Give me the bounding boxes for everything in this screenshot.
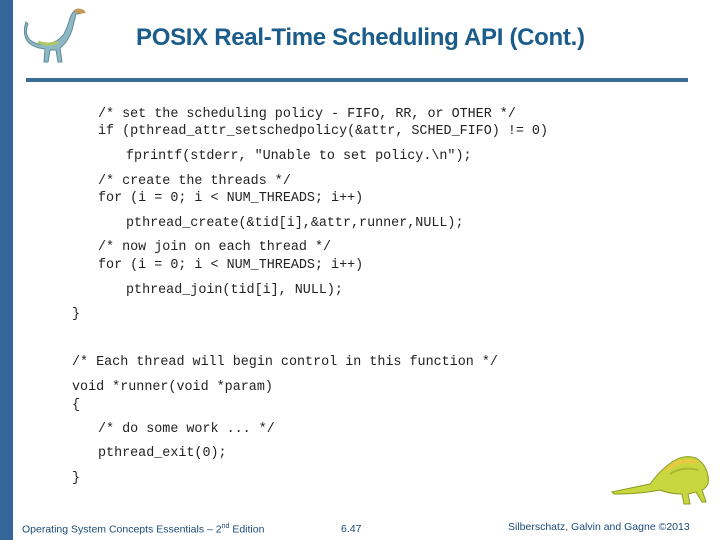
footer-book-title: Operating System Concepts Essentials – 2… (22, 523, 264, 536)
code-line: } (72, 307, 81, 322)
dinosaur-logo-icon (23, 8, 86, 63)
code-line: pthread_create(&tid[i],&attr,runner,NULL… (126, 216, 464, 231)
footer-book-title-suffix: Edition (229, 523, 265, 536)
code-line: fprintf(stderr, "Unable to set policy.\n… (126, 149, 472, 164)
code-line: pthread_join(tid[i], NULL); (126, 283, 343, 298)
code-line: /* create the threads */ (98, 174, 291, 189)
code-line: /* set the scheduling policy - FIFO, RR,… (98, 107, 516, 122)
code-line: /* now join on each thread */ (98, 240, 332, 255)
code-line: /* do some work ... */ (98, 422, 275, 437)
code-line: } (72, 471, 81, 486)
code-line: for (i = 0; i < NUM_THREADS; i++) (98, 258, 364, 273)
code-line: { (72, 398, 81, 413)
code-line: if (pthread_attr_setschedpolicy(&attr, S… (98, 124, 548, 139)
code-line: void *runner(void *param) (72, 380, 273, 395)
left-accent-bar (0, 0, 13, 540)
code-line: pthread_exit(0); (98, 446, 227, 461)
title-underline (26, 78, 688, 82)
footer-book-title-prefix: Operating System Concepts Essentials – 2 (22, 523, 222, 536)
footer-copyright: Silberschatz, Galvin and Gagne ©2013 (508, 521, 690, 533)
dinosaur-illustration-icon (611, 456, 709, 505)
footer-page-number: 6.47 (341, 523, 362, 535)
slide-title: POSIX Real-Time Scheduling API (Cont.) (136, 24, 585, 51)
code-line: /* Each thread will begin control in thi… (72, 355, 498, 370)
code-line: for (i = 0; i < NUM_THREADS; i++) (98, 191, 364, 206)
